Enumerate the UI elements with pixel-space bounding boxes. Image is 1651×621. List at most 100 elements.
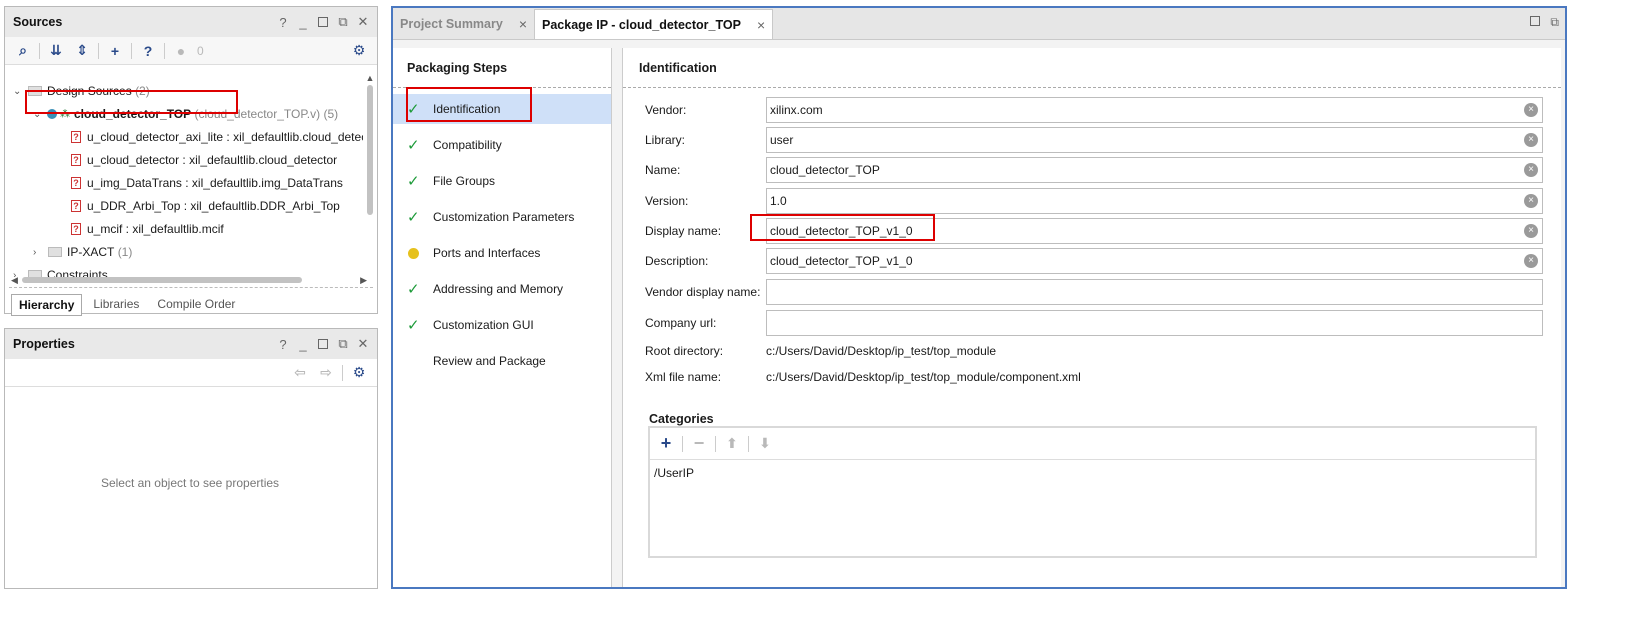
maximize-icon[interactable] bbox=[1530, 15, 1541, 30]
close-icon[interactable]: ✕ bbox=[357, 336, 369, 352]
tab-project-summary[interactable]: Project Summary × bbox=[393, 9, 534, 39]
move-down-icon[interactable]: ⬇ bbox=[755, 434, 775, 454]
tree-child[interactable]: ? u_DDR_Arbi_Top : xil_defaultlib.DDR_Arb… bbox=[71, 195, 340, 217]
minimize-icon[interactable]: _ bbox=[297, 337, 309, 352]
clear-icon[interactable]: × bbox=[1524, 133, 1538, 147]
tree-label: IP-XACT bbox=[67, 245, 115, 259]
vertical-scrollbar[interactable]: ▲ bbox=[365, 73, 375, 273]
close-icon[interactable]: × bbox=[519, 16, 527, 32]
close-icon[interactable]: × bbox=[757, 17, 765, 33]
version-value: 1.0 bbox=[770, 194, 787, 208]
vendor-value: xilinx.com bbox=[770, 103, 823, 117]
float-icon[interactable]: ⧉ bbox=[1550, 15, 1559, 30]
tree-child[interactable]: ? u_cloud_detector : xil_defaultlib.cloud… bbox=[71, 149, 337, 171]
help-icon[interactable]: ? bbox=[277, 15, 289, 30]
maximize-icon[interactable] bbox=[317, 15, 329, 30]
remove-icon[interactable]: − bbox=[689, 433, 709, 454]
version-field[interactable]: 1.0 × bbox=[766, 188, 1543, 214]
tree-child-label: u_DDR_Arbi_Top : xil_defaultlib.DDR_Arbi… bbox=[87, 199, 340, 213]
step-label: Customization GUI bbox=[433, 318, 534, 332]
clear-icon[interactable]: × bbox=[1524, 254, 1538, 268]
minimize-icon[interactable]: _ bbox=[297, 15, 309, 30]
tree-child[interactable]: ? u_cloud_detector_axi_lite : xil_default… bbox=[71, 126, 363, 148]
step-file-groups[interactable]: ✓ File Groups bbox=[393, 166, 611, 196]
chevron-right-icon[interactable]: › bbox=[33, 247, 45, 258]
tab-label: Project Summary bbox=[400, 17, 503, 31]
step-customization-parameters[interactable]: ✓ Customization Parameters bbox=[393, 202, 611, 232]
step-label: Customization Parameters bbox=[433, 210, 575, 224]
company-url-row: Company url: bbox=[645, 310, 1545, 336]
add-sources-icon[interactable]: + bbox=[105, 41, 125, 61]
float-icon[interactable]: ⧉ bbox=[337, 14, 349, 30]
name-field[interactable]: cloud_detector_TOP × bbox=[766, 157, 1543, 183]
categories-box: + − ⬆ ⬇ /UserIP bbox=[648, 426, 1537, 558]
properties-toolbar: ⇦ ⇨ ⚙ bbox=[5, 359, 377, 387]
category-item[interactable]: /UserIP bbox=[650, 460, 1535, 486]
description-field[interactable]: cloud_detector_TOP_v1_0 × bbox=[766, 248, 1543, 274]
expand-all-icon[interactable]: ⇕ bbox=[72, 41, 92, 61]
properties-empty-text: Select an object to see properties bbox=[100, 476, 280, 490]
editor-tabs: Project Summary × Package IP - cloud_dete… bbox=[393, 8, 1565, 40]
tree-child[interactable]: ? u_mcif : xil_defaultlib.mcif bbox=[71, 218, 224, 240]
collapse-all-icon[interactable]: ⇊ bbox=[46, 41, 66, 61]
tab-package-ip[interactable]: Package IP - cloud_detector_TOP × bbox=[534, 9, 774, 39]
packaging-steps: Packaging Steps ✓ Identification ✓ Compati… bbox=[393, 48, 612, 587]
clear-icon[interactable]: × bbox=[1524, 224, 1538, 238]
check-icon: ✓ bbox=[407, 317, 420, 334]
tab-compile-order[interactable]: Compile Order bbox=[150, 294, 242, 316]
add-icon[interactable]: + bbox=[656, 433, 676, 454]
name-row: Name: cloud_detector_TOP × bbox=[645, 157, 1545, 183]
library-row: Library: user × bbox=[645, 127, 1545, 153]
clear-icon[interactable]: × bbox=[1524, 103, 1538, 117]
unknown-file-icon[interactable]: ? bbox=[138, 41, 158, 61]
description-label: Description: bbox=[645, 254, 709, 268]
tab-libraries[interactable]: Libraries bbox=[86, 294, 146, 316]
vendor-display-name-row: Vendor display name: bbox=[645, 279, 1545, 305]
tree-ip-xact[interactable]: › IP-XACT (1) bbox=[33, 241, 132, 263]
step-addressing-and-memory[interactable]: ✓ Addressing and Memory bbox=[393, 274, 611, 304]
vendor-display-name-label: Vendor display name: bbox=[645, 285, 761, 299]
categories-title: Categories bbox=[649, 412, 714, 426]
search-icon[interactable]: ⌕ bbox=[13, 41, 33, 61]
unknown-file-icon: ? bbox=[71, 131, 81, 143]
help-icon[interactable]: ? bbox=[277, 337, 289, 352]
clear-icon[interactable]: × bbox=[1524, 194, 1538, 208]
step-ports-and-interfaces[interactable]: Ports and Interfaces bbox=[393, 238, 611, 268]
step-review-and-package[interactable]: Review and Package bbox=[393, 346, 611, 376]
forward-arrow-icon[interactable]: ⇨ bbox=[316, 363, 336, 383]
maximize-icon[interactable] bbox=[317, 337, 329, 352]
company-url-field[interactable] bbox=[766, 310, 1543, 336]
tab-label: Package IP - cloud_detector_TOP bbox=[542, 17, 741, 32]
step-label: File Groups bbox=[433, 174, 496, 188]
vendor-field[interactable]: xilinx.com × bbox=[766, 97, 1543, 123]
move-up-icon[interactable]: ⬆ bbox=[722, 434, 742, 454]
folder-icon bbox=[48, 247, 62, 257]
library-field[interactable]: user × bbox=[766, 127, 1543, 153]
library-value: user bbox=[770, 133, 794, 147]
tree-child[interactable]: ? u_img_DataTrans : xil_defaultlib.img_Da… bbox=[71, 172, 343, 194]
sources-title: Sources bbox=[13, 15, 63, 29]
step-compatibility[interactable]: ✓ Compatibility bbox=[393, 130, 611, 160]
float-icon[interactable]: ⧉ bbox=[337, 336, 349, 352]
chevron-down-icon[interactable]: ⌄ bbox=[13, 86, 25, 97]
clear-icon[interactable]: × bbox=[1524, 163, 1538, 177]
library-label: Library: bbox=[645, 133, 686, 147]
check-icon: ✓ bbox=[407, 281, 420, 298]
close-icon[interactable]: ✕ bbox=[357, 14, 369, 30]
status-count: 0 bbox=[197, 43, 204, 58]
tab-hierarchy[interactable]: Hierarchy bbox=[11, 294, 83, 316]
root-directory-row: Root directory: c:/Users/David/Desktop/i… bbox=[645, 338, 1545, 364]
vendor-label: Vendor: bbox=[645, 103, 687, 117]
name-value: cloud_detector_TOP bbox=[770, 163, 880, 177]
vendor-display-name-field[interactable] bbox=[766, 279, 1543, 305]
sources-header: Sources ? _ ⧉ ✕ bbox=[5, 7, 377, 37]
gear-icon[interactable]: ⚙ bbox=[349, 41, 369, 61]
step-customization-gui[interactable]: ✓ Customization GUI bbox=[393, 310, 611, 340]
version-label: Version: bbox=[645, 194, 689, 208]
horizontal-scrollbar[interactable]: ◀ ▶ bbox=[11, 275, 367, 285]
status-dot-icon: ● bbox=[176, 42, 186, 59]
identification-title: Identification bbox=[623, 48, 1561, 88]
back-arrow-icon[interactable]: ⇦ bbox=[290, 363, 310, 383]
gear-icon[interactable]: ⚙ bbox=[349, 363, 369, 383]
warning-icon bbox=[408, 247, 419, 259]
